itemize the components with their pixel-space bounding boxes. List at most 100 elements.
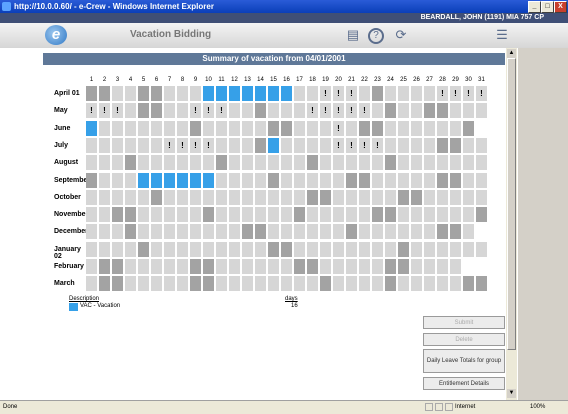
day-cell[interactable]: [411, 86, 422, 101]
day-cell[interactable]: [177, 155, 188, 171]
day-cell[interactable]: [164, 86, 175, 101]
day-cell[interactable]: [320, 189, 331, 205]
day-cell[interactable]: [437, 189, 448, 205]
day-cell[interactable]: [372, 207, 383, 223]
day-cell[interactable]: [320, 224, 331, 240]
day-cell[interactable]: [255, 189, 266, 205]
day-cell[interactable]: [346, 276, 357, 292]
day-cell[interactable]: [190, 276, 201, 292]
day-cell[interactable]: [463, 241, 474, 257]
day-cell[interactable]: [125, 224, 136, 240]
day-cell[interactable]: [294, 276, 305, 292]
day-cell[interactable]: [164, 155, 175, 171]
day-cell[interactable]: [151, 241, 162, 257]
day-cell[interactable]: [450, 172, 461, 188]
day-cell[interactable]: [450, 137, 461, 153]
day-cell[interactable]: [216, 120, 227, 136]
vacation-day-cell[interactable]: [268, 86, 279, 101]
submit-button[interactable]: Submit: [423, 316, 505, 329]
vacation-day-cell[interactable]: [281, 86, 292, 101]
day-cell[interactable]: [216, 276, 227, 292]
day-cell[interactable]: [164, 259, 175, 274]
flagged-day-cell[interactable]: !: [112, 103, 123, 119]
day-cell[interactable]: [307, 224, 318, 240]
day-cell[interactable]: [255, 207, 266, 223]
flagged-day-cell[interactable]: !: [333, 86, 344, 101]
day-cell[interactable]: [294, 224, 305, 240]
flagged-day-cell[interactable]: !: [463, 86, 474, 101]
day-cell[interactable]: [476, 241, 487, 257]
day-cell[interactable]: [398, 172, 409, 188]
day-cell[interactable]: [424, 259, 435, 274]
day-cell[interactable]: [424, 137, 435, 153]
day-cell[interactable]: [437, 207, 448, 223]
day-cell[interactable]: [190, 241, 201, 257]
day-cell[interactable]: [151, 137, 162, 153]
day-cell[interactable]: [255, 259, 266, 274]
flagged-day-cell[interactable]: !: [476, 86, 487, 101]
day-cell[interactable]: [437, 241, 448, 257]
day-cell[interactable]: [346, 259, 357, 274]
vacation-day-cell[interactable]: [151, 172, 162, 188]
day-cell[interactable]: [411, 155, 422, 171]
vacation-day-cell[interactable]: [86, 120, 97, 136]
day-cell[interactable]: [385, 172, 396, 188]
flagged-day-cell[interactable]: !: [333, 137, 344, 153]
day-cell[interactable]: [385, 155, 396, 171]
day-cell[interactable]: [99, 259, 110, 274]
day-cell[interactable]: [437, 276, 448, 292]
vertical-scrollbar[interactable]: ▲ ▼: [506, 48, 517, 400]
day-cell[interactable]: [385, 207, 396, 223]
day-cell[interactable]: [99, 241, 110, 257]
day-cell[interactable]: [164, 207, 175, 223]
day-cell[interactable]: [320, 276, 331, 292]
day-cell[interactable]: [99, 224, 110, 240]
day-cell[interactable]: [333, 276, 344, 292]
panel-icon[interactable]: ☰: [494, 28, 510, 42]
day-cell[interactable]: [398, 155, 409, 171]
day-cell[interactable]: [359, 224, 370, 240]
day-cell[interactable]: [125, 86, 136, 101]
day-cell[interactable]: [112, 207, 123, 223]
day-cell[interactable]: [190, 189, 201, 205]
day-cell[interactable]: [203, 189, 214, 205]
day-cell[interactable]: [203, 241, 214, 257]
day-cell[interactable]: [411, 172, 422, 188]
day-cell[interactable]: [112, 259, 123, 274]
flagged-day-cell[interactable]: !: [190, 103, 201, 119]
day-cell[interactable]: [281, 224, 292, 240]
day-cell[interactable]: [463, 120, 474, 136]
day-cell[interactable]: [216, 207, 227, 223]
day-cell[interactable]: [242, 259, 253, 274]
day-cell[interactable]: [216, 155, 227, 171]
scroll-thumb[interactable]: [507, 58, 516, 350]
day-cell[interactable]: [86, 189, 97, 205]
day-cell[interactable]: [281, 207, 292, 223]
flagged-day-cell[interactable]: !: [372, 137, 383, 153]
day-cell[interactable]: [320, 120, 331, 136]
day-cell[interactable]: [151, 189, 162, 205]
day-cell[interactable]: [463, 207, 474, 223]
day-cell[interactable]: [346, 155, 357, 171]
day-cell[interactable]: [268, 276, 279, 292]
day-cell[interactable]: [333, 189, 344, 205]
day-cell[interactable]: [125, 189, 136, 205]
day-cell[interactable]: [411, 137, 422, 153]
day-cell[interactable]: [151, 259, 162, 274]
day-cell[interactable]: [281, 155, 292, 171]
day-cell[interactable]: [229, 224, 240, 240]
day-cell[interactable]: [424, 172, 435, 188]
day-cell[interactable]: [281, 137, 292, 153]
day-cell[interactable]: [398, 224, 409, 240]
daily-leave-totals-button[interactable]: Daily Leave Totals for group: [423, 349, 505, 373]
flagged-day-cell[interactable]: !: [177, 137, 188, 153]
day-cell[interactable]: [346, 120, 357, 136]
flagged-day-cell[interactable]: !: [99, 103, 110, 119]
day-cell[interactable]: [385, 241, 396, 257]
day-cell[interactable]: [112, 172, 123, 188]
day-cell[interactable]: [320, 241, 331, 257]
day-cell[interactable]: [281, 103, 292, 119]
vacation-day-cell[interactable]: [268, 137, 279, 153]
vacation-day-cell[interactable]: [164, 172, 175, 188]
day-cell[interactable]: [372, 155, 383, 171]
